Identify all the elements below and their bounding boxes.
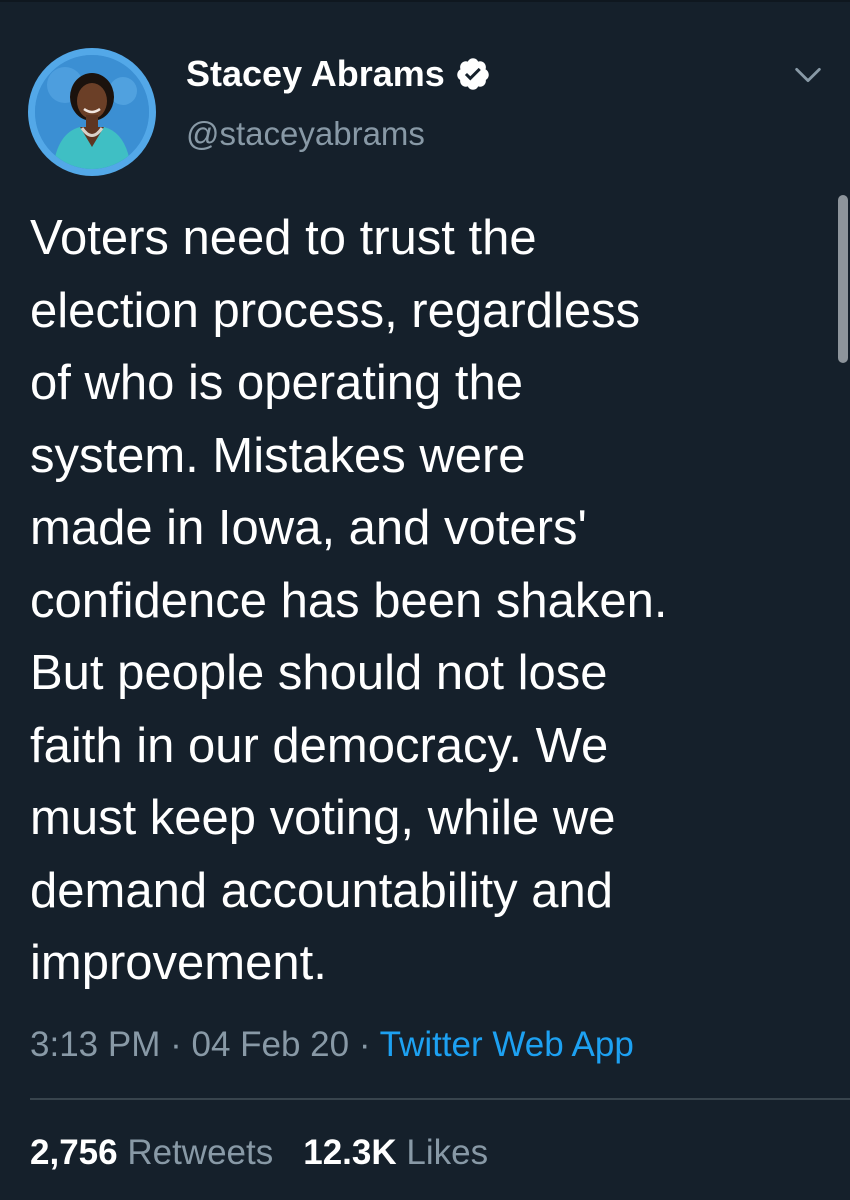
retweets-count: 2,756 <box>30 1133 118 1172</box>
tweet-text-line: Voters need to trust the <box>30 211 537 265</box>
scrollbar[interactable] <box>838 195 848 363</box>
tweet-text-line: system. Mistakes were <box>30 428 526 483</box>
likes-count: 12.3K <box>303 1133 397 1172</box>
tweet-time[interactable]: 3:13 PM <box>30 1025 160 1064</box>
tweet-text: Voters need to trust the election proces… <box>30 202 820 1000</box>
meta-separator: · <box>358 1025 371 1064</box>
author-display-name[interactable]: Stacey Abrams <box>186 52 445 96</box>
tweet-text-line: confidence has been shaken. <box>30 573 668 628</box>
tweet-text-line: made in Iowa, and voters' <box>30 501 587 555</box>
divider <box>30 1098 850 1100</box>
author-name-row[interactable]: Stacey Abrams <box>186 52 491 96</box>
author-handle[interactable]: @staceyabrams <box>186 112 425 156</box>
tweet-meta: 3:13 PM · 04 Feb 20 · Twitter Web App <box>30 1022 634 1068</box>
tweet-text-line: faith in our democracy. We <box>30 718 609 773</box>
meta-separator: · <box>170 1025 182 1064</box>
tweet-date[interactable]: 04 Feb 20 <box>191 1025 349 1064</box>
chevron-down-icon[interactable] <box>791 58 825 92</box>
tweet-text-line: improvement. <box>30 936 327 990</box>
retweets-stat[interactable]: 2,756 Retweets <box>30 1133 273 1172</box>
tweet-text-line: must keep voting, while we <box>30 791 616 845</box>
tweet-source-link[interactable]: Twitter Web App <box>380 1025 634 1064</box>
retweets-label: Retweets <box>127 1133 274 1172</box>
tweet-stats: 2,756 Retweets 12.3K Likes <box>30 1130 488 1176</box>
avatar-image <box>35 55 149 169</box>
tweet-text-line: of who is operating the <box>30 356 524 410</box>
tweet-text-line: But people should not lose <box>30 646 608 700</box>
avatar[interactable] <box>28 48 156 176</box>
likes-stat[interactable]: 12.3K Likes <box>303 1133 488 1172</box>
tweet-text-line: election process, regardless <box>30 283 641 338</box>
verified-badge-icon <box>455 56 491 92</box>
likes-label: Likes <box>406 1133 489 1172</box>
top-border <box>0 0 850 2</box>
tweet-text-line: demand accountability and <box>30 863 613 918</box>
